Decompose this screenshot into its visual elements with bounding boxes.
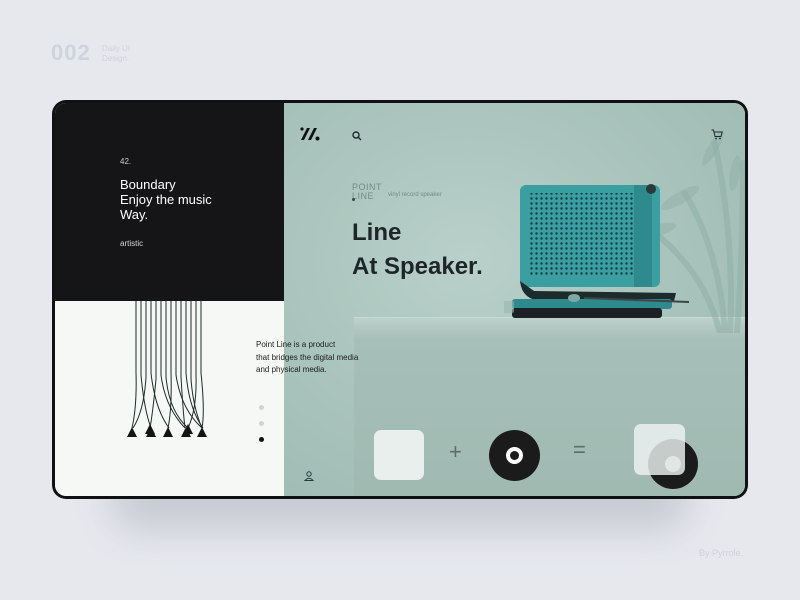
- vinyl-record-icon[interactable]: [489, 430, 540, 481]
- intro-headline: Boundary Enjoy the music Way.: [120, 177, 212, 222]
- description-line: that bridges the digital media: [256, 352, 359, 362]
- pendant-lamps-image: [127, 301, 207, 437]
- result-product-tile[interactable]: [634, 424, 685, 475]
- hero-section: POINT LINE vinyl record speaker Line At …: [284, 103, 745, 496]
- equals-sign: =: [573, 437, 586, 462]
- issue-number: 42.: [120, 157, 132, 166]
- slide-pagination: [259, 405, 264, 453]
- lamp-panel: [55, 301, 284, 496]
- product-title-line: At Speaker.: [352, 253, 483, 280]
- app-screen: 42. Boundary Enjoy the music Way. artist…: [55, 103, 745, 496]
- slide-dot-active[interactable]: [259, 437, 264, 442]
- cart-icon[interactable]: [711, 129, 723, 140]
- speaker-image: [504, 184, 690, 318]
- brand-line: LINE: [352, 191, 375, 201]
- category-tag: artistic: [120, 239, 144, 248]
- logo-icon[interactable]: [299, 125, 321, 141]
- intro-panel: 42. Boundary Enjoy the music Way. artist…: [55, 103, 284, 301]
- slide-dot[interactable]: [259, 405, 264, 410]
- brand-subtitle: vinyl record speaker: [388, 192, 442, 198]
- plus-sign: +: [449, 439, 462, 464]
- vinyl-spindle-hole: [510, 451, 519, 460]
- headline-line: Boundary: [120, 177, 176, 192]
- shot-caption-line-2: Design.: [102, 54, 130, 63]
- device-frame: 42. Boundary Enjoy the music Way. artist…: [52, 100, 748, 499]
- shot-number: 002: [51, 40, 91, 65]
- digital-media-tile[interactable]: [374, 430, 424, 480]
- description-line: Point Line is a product: [256, 340, 336, 349]
- headline-line: Enjoy the music: [120, 192, 212, 207]
- user-icon[interactable]: [304, 471, 314, 481]
- brand-wordmark: POINT LINE: [352, 183, 382, 201]
- product-title: Line At Speaker.: [352, 216, 483, 284]
- product-title-line: Line: [352, 219, 402, 246]
- brand-dot: [352, 198, 355, 201]
- slide-dot[interactable]: [259, 421, 264, 426]
- shot-caption-line-1: Daily UI: [102, 44, 131, 53]
- search-icon[interactable]: [352, 131, 362, 141]
- shot-caption: Daily UI Design.: [102, 44, 130, 64]
- description-line: and physical media.: [256, 365, 327, 374]
- product-description: Point Line is a product that bridges the…: [256, 339, 358, 377]
- headline-line: Way.: [120, 207, 149, 222]
- author-credit: By Pyrrole.: [698, 548, 743, 558]
